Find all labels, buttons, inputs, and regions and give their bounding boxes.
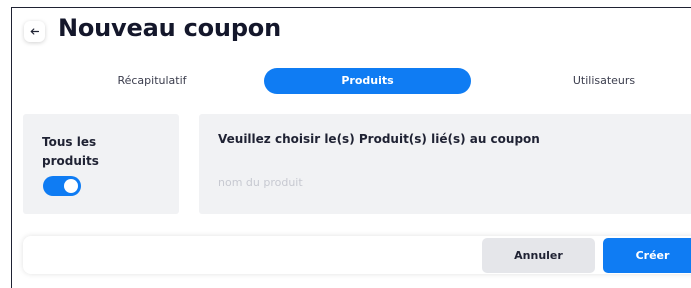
all-products-card: Tous les produits — [23, 114, 179, 214]
page-title: Nouveau coupon — [58, 14, 281, 42]
product-search-input[interactable] — [218, 172, 518, 192]
page-frame: Nouveau coupon Récapitulatif Produits Ut… — [11, 7, 691, 288]
tab-produits[interactable]: Produits — [264, 68, 471, 94]
all-products-toggle[interactable] — [43, 176, 81, 196]
product-selection-card: Veuillez choisir le(s) Produit(s) lié(s)… — [199, 114, 691, 214]
tab-bar: Récapitulatif Produits Utilisateurs — [12, 68, 691, 94]
toggle-knob — [64, 179, 78, 193]
all-products-label: Tous les produits — [42, 135, 99, 168]
arrow-left-icon — [30, 28, 39, 35]
back-button[interactable] — [24, 21, 45, 42]
tab-recapitulatif[interactable]: Récapitulatif — [52, 68, 252, 94]
tab-utilisateurs[interactable]: Utilisateurs — [504, 68, 691, 94]
create-button[interactable]: Créer — [603, 238, 691, 273]
cancel-button[interactable]: Annuler — [482, 238, 595, 273]
product-selection-label: Veuillez choisir le(s) Produit(s) lié(s)… — [218, 132, 540, 146]
